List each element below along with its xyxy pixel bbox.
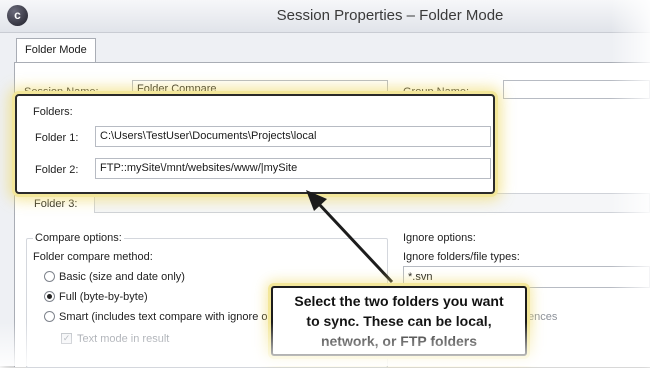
session-properties-window: c Session Properties – Folder Mode Folde… <box>0 0 650 368</box>
title-bar: c Session Properties – Folder Mode <box>0 0 650 33</box>
folder-2-input[interactable]: FTP::mySite\/mnt/websites/www/|mySite <box>95 158 491 179</box>
folder-3-label: Folder 3: <box>34 198 78 210</box>
tab-bar: Folder Mode <box>10 36 650 63</box>
folders-section-label: Folders: <box>33 106 73 118</box>
smart-method-radio[interactable] <box>44 311 55 322</box>
folder-1-label: Folder 1: <box>35 132 79 144</box>
instruction-callout: Select the two folders you want to sync.… <box>271 286 527 356</box>
compare-options-label: Compare options: <box>33 232 124 244</box>
callout-line-1: Select the two folders you want <box>294 293 504 309</box>
text-mode-checkbox[interactable]: ✓ <box>61 333 72 344</box>
text-mode-label: Text mode in result <box>77 333 170 345</box>
folder-3-input[interactable] <box>94 193 650 213</box>
folder-compare-method-label: Folder compare method: <box>33 251 153 263</box>
tab-folder-mode[interactable]: Folder Mode <box>16 38 96 63</box>
callout-line-2: to sync. These can be local, <box>306 313 492 329</box>
ignore-options-label: Ignore options: <box>403 232 476 244</box>
basic-method-label[interactable]: Basic (size and date only) <box>59 271 185 283</box>
basic-method-radio[interactable] <box>44 271 55 282</box>
window-title: Session Properties – Folder Mode <box>276 7 504 24</box>
folder-2-label: Folder 2: <box>35 164 79 176</box>
ignore-partial-label: ences <box>528 311 558 323</box>
ignore-types-input[interactable]: *.svn <box>403 266 650 288</box>
ignore-types-label: Ignore folders/file types: <box>403 251 520 263</box>
folders-highlight-box: Folders: Folder 1: C:\Users\TestUser\Doc… <box>15 94 495 194</box>
full-method-label[interactable]: Full (byte-by-byte) <box>59 291 148 303</box>
smart-method-label[interactable]: Smart (includes text compare with ignore… <box>59 311 277 323</box>
folder-1-input[interactable]: C:\Users\TestUser\Documents\Projects\loc… <box>95 126 491 147</box>
callout-line-3: network, or FTP folders <box>320 333 478 349</box>
group-name-input[interactable] <box>503 80 650 99</box>
full-method-radio[interactable] <box>44 291 55 302</box>
